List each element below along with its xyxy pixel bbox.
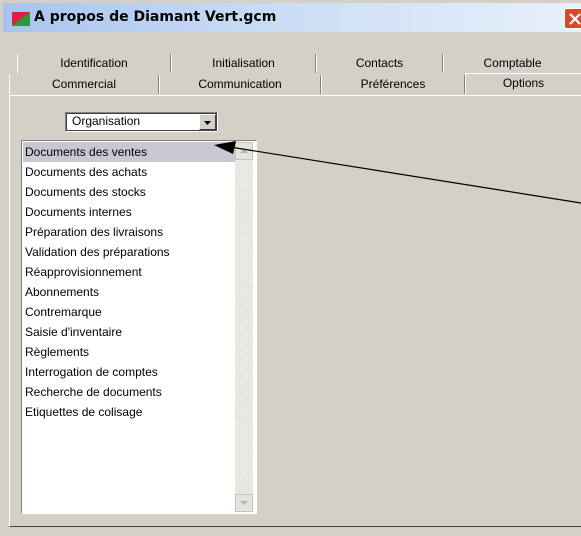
annotation-arrow	[214, 141, 581, 204]
dialog-window: A propos de Diamant Vert.gcm Identificat…	[0, 0, 581, 536]
